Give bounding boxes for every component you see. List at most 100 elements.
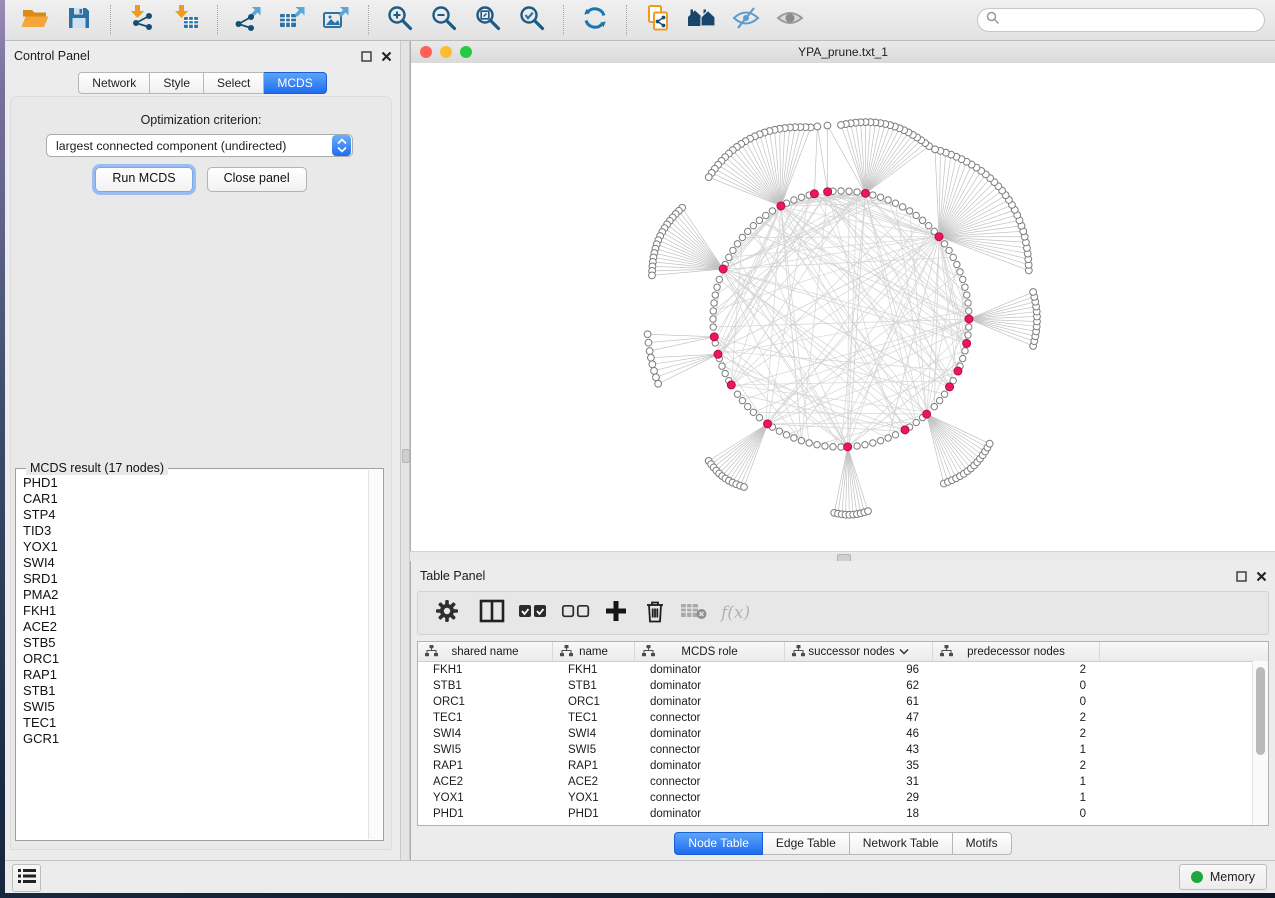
mcds-hub-node[interactable] [777,202,785,210]
network-node[interactable] [885,435,891,441]
satellite-node[interactable] [645,339,652,346]
network-node[interactable] [750,222,756,228]
zoom-out-button[interactable] [424,3,464,37]
network-node[interactable] [830,444,836,450]
network-node[interactable] [750,409,756,415]
network-node[interactable] [862,442,868,448]
satellite-node[interactable] [655,380,662,387]
mcds-result-item[interactable]: PMA2 [23,587,367,603]
network-graph[interactable] [411,63,1275,550]
column-header[interactable]: successor nodes [785,642,933,661]
satellite-node[interactable] [705,174,712,181]
network-node[interactable] [965,300,971,306]
mcds-result-item[interactable]: ORC1 [23,651,367,667]
network-node[interactable] [962,284,968,290]
network-node[interactable] [877,438,883,444]
network-node[interactable] [798,194,804,200]
tab-select[interactable]: Select [204,72,264,94]
network-node[interactable] [710,324,716,330]
mcds-hub-node[interactable] [861,189,869,197]
tab-style[interactable]: Style [150,72,204,94]
network-node[interactable] [877,194,883,200]
network-node[interactable] [756,414,762,420]
mcds-hub-node[interactable] [824,188,832,196]
satellite-node[interactable] [649,272,656,279]
table-row[interactable]: ORC1ORC1dominator610 [418,694,1268,710]
mcds-hub-node[interactable] [935,233,943,241]
network-node[interactable] [763,212,769,218]
network-node[interactable] [711,300,717,306]
network-node[interactable] [964,292,970,298]
tab-node-table[interactable]: Node Table [674,832,763,855]
tab-network[interactable]: Network [78,72,150,94]
table-settings-button[interactable] [434,598,460,629]
close-panel-button[interactable] [1256,569,1267,587]
network-node[interactable] [846,188,852,194]
export-image-button[interactable] [317,3,357,37]
column-header[interactable]: name [553,642,635,661]
network-node[interactable] [931,403,937,409]
satellite-node[interactable] [824,122,831,129]
tab-motifs[interactable]: Motifs [953,832,1012,855]
column-header[interactable]: predecessor nodes [933,642,1100,661]
mcds-result-item[interactable]: TEC1 [23,715,367,731]
first-neighbors-button[interactable] [682,3,722,37]
table-scrollbar[interactable] [1252,661,1268,825]
network-node[interactable] [769,208,775,214]
mcds-hub-node[interactable] [764,420,772,428]
mcds-hub-node[interactable] [963,339,971,347]
search-input[interactable] [1005,12,1256,28]
delete-column-button[interactable] [643,598,667,629]
table-row[interactable]: STB1STB1dominator620 [418,678,1268,694]
network-node[interactable] [965,332,971,338]
mcds-result-item[interactable]: FKH1 [23,603,367,619]
network-node[interactable] [838,188,844,194]
splitter-grip[interactable] [402,449,410,463]
network-node[interactable] [957,269,963,275]
network-node[interactable] [960,276,966,282]
network-node[interactable] [783,432,789,438]
table-row[interactable]: RAP1RAP1dominator352 [418,758,1268,774]
table-row[interactable]: ACE2ACE2connector311 [418,774,1268,790]
satellite-node[interactable] [1030,289,1037,296]
network-node[interactable] [814,442,820,448]
network-node[interactable] [946,247,952,253]
network-node[interactable] [806,440,812,446]
mcds-result-item[interactable]: TID3 [23,523,367,539]
import-table-button[interactable] [166,3,206,37]
satellite-node[interactable] [653,374,660,381]
network-node[interactable] [913,419,919,425]
mcds-result-item[interactable]: STP4 [23,507,367,523]
satellite-node[interactable] [647,354,654,361]
network-from-selection-button[interactable] [638,3,678,37]
network-node[interactable] [919,217,925,223]
table-row[interactable]: YOX1YOX1connector291 [418,790,1268,806]
float-panel-button[interactable] [1236,569,1247,587]
network-node[interactable] [719,363,725,369]
satellite-node[interactable] [865,508,872,515]
network-node[interactable] [744,403,750,409]
table-row[interactable]: PHD1PHD1dominator180 [418,806,1268,822]
network-node[interactable] [730,247,736,253]
run-mcds-button[interactable]: Run MCDS [95,167,192,192]
mcds-result-item[interactable]: SWI4 [23,555,367,571]
satellite-node[interactable] [651,367,658,374]
network-node[interactable] [791,197,797,203]
network-node[interactable] [966,308,972,314]
memory-button[interactable]: Memory [1179,864,1267,890]
network-node[interactable] [712,292,718,298]
network-node[interactable] [710,308,716,314]
mcds-hub-node[interactable] [946,383,954,391]
network-node[interactable] [739,234,745,240]
satellite-node[interactable] [814,123,821,130]
minimize-window-icon[interactable] [440,46,452,58]
export-table-button[interactable] [273,3,313,37]
satellite-node[interactable] [649,361,656,368]
network-node[interactable] [966,324,972,330]
network-node[interactable] [734,391,740,397]
network-node[interactable] [870,192,876,198]
zoom-selected-button[interactable] [512,3,552,37]
network-node[interactable] [726,254,732,260]
network-node[interactable] [962,348,968,354]
table-row[interactable]: SWI5SWI5connector431 [418,742,1268,758]
